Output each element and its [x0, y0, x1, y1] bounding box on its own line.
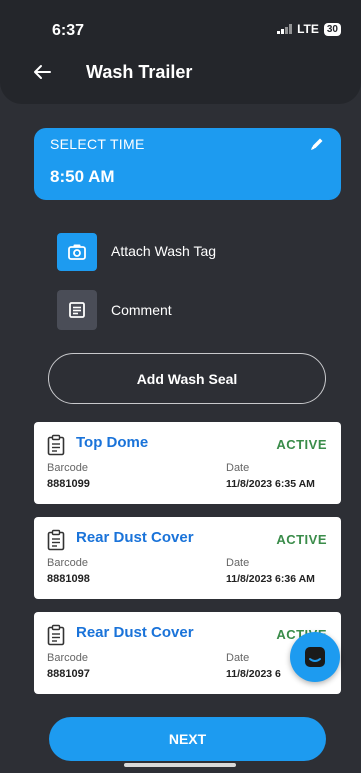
signal-icon — [277, 24, 293, 34]
date-value: 11/8/2023 6:35 AM — [226, 478, 315, 490]
status-badge: ACTIVE — [276, 437, 327, 452]
barcode-value: 8881098 — [47, 573, 90, 585]
barcode-label: Barcode — [47, 462, 88, 474]
date-value: 11/8/2023 6 — [226, 668, 281, 680]
network-label: LTE — [297, 22, 319, 36]
camera-icon — [68, 244, 86, 260]
home-indicator[interactable] — [124, 763, 236, 767]
status-time: 6:37 — [52, 22, 85, 39]
attach-wash-tag-label[interactable]: Attach Wash Tag — [111, 243, 216, 259]
select-time-card[interactable]: SELECT TIME 8:50 AM — [34, 128, 341, 200]
add-wash-seal-button[interactable]: Add Wash Seal — [48, 353, 326, 404]
comment-button[interactable] — [57, 290, 97, 330]
next-button[interactable]: NEXT — [49, 717, 326, 761]
comment-label[interactable]: Comment — [111, 302, 172, 318]
attach-wash-tag-button[interactable] — [57, 233, 97, 271]
date-label: Date — [226, 462, 250, 474]
date-label: Date — [226, 557, 250, 569]
barcode-value: 8881099 — [47, 478, 90, 490]
clipboard-icon — [47, 624, 65, 646]
selected-time-value: 8:50 AM — [50, 167, 115, 186]
seal-title: Rear Dust Cover — [76, 624, 194, 641]
select-time-label: SELECT TIME — [50, 136, 145, 152]
barcode-label: Barcode — [47, 557, 88, 569]
chat-button[interactable] — [290, 632, 340, 682]
battery-icon: 30 — [323, 22, 341, 36]
page-title: Wash Trailer — [86, 62, 193, 82]
status-badge: ACTIVE — [276, 532, 327, 547]
barcode-label: Barcode — [47, 652, 88, 664]
chat-icon — [305, 647, 325, 667]
date-value: 11/8/2023 6:36 AM — [226, 573, 315, 585]
date-label: Date — [226, 652, 250, 664]
status-indicators: LTE 30 — [277, 22, 341, 36]
pencil-icon[interactable] — [309, 136, 325, 152]
seal-title: Rear Dust Cover — [76, 529, 194, 546]
app-header: 6:37 LTE 30 Wash Trailer — [0, 0, 361, 104]
seal-title: Top Dome — [76, 434, 149, 451]
seal-card[interactable]: Rear Dust Cover ACTIVE Barcode 8881098 D… — [34, 517, 341, 599]
barcode-value: 8881097 — [47, 668, 90, 680]
clipboard-icon — [47, 529, 65, 551]
document-icon — [69, 302, 85, 318]
clipboard-icon — [47, 434, 65, 456]
seal-card[interactable]: Top Dome ACTIVE Barcode 8881099 Date 11/… — [34, 422, 341, 504]
arrow-left-icon[interactable] — [32, 62, 52, 82]
